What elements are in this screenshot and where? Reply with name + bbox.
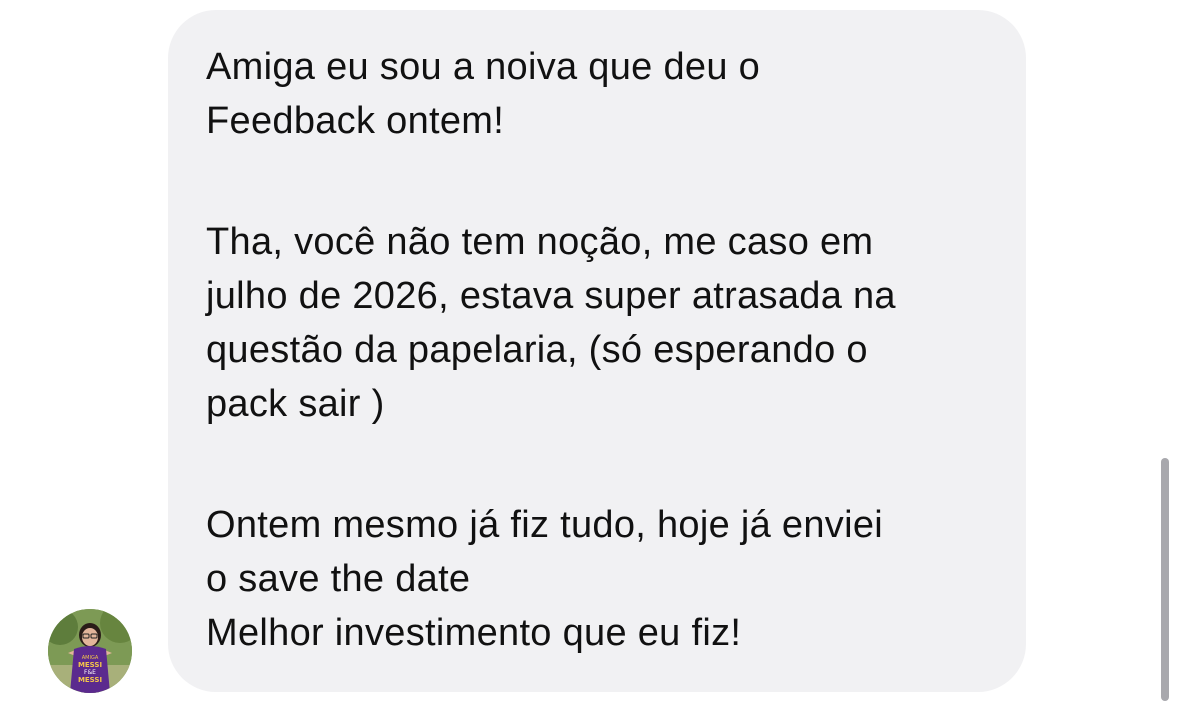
message-paragraph-1: Amiga eu sou a noiva que deu o Feedback … [206, 40, 1006, 148]
chat-screen: Amiga eu sou a noiva que deu o Feedback … [0, 0, 1179, 703]
svg-text:MESSI: MESSI [78, 661, 102, 669]
message-line: julho de 2026, estava super atrasada na [206, 275, 896, 317]
profile-photo-icon: AMIGA MESSI F&E MESSI [48, 609, 132, 693]
message-line: Tha, você não tem noção, me caso em [206, 221, 874, 263]
svg-text:F&E: F&E [84, 669, 96, 676]
vertical-scrollbar[interactable] [1161, 458, 1169, 701]
message-line: pack sair ) [206, 383, 385, 425]
message-paragraph-2: Tha, você não tem noção, me caso em julh… [206, 215, 1006, 431]
message-line: Amiga eu sou a noiva que deu o [206, 46, 761, 88]
svg-text:MESSI: MESSI [78, 676, 102, 684]
sender-avatar[interactable]: AMIGA MESSI F&E MESSI [48, 609, 132, 693]
message-line: o save the date [206, 558, 471, 600]
message-line: Feedback ontem! [206, 100, 505, 142]
message-line: Melhor investimento que eu fiz! [206, 612, 742, 654]
message-paragraph-3: Ontem mesmo já fiz tudo, hoje já enviei … [206, 498, 1006, 660]
message-line: questão da papelaria, (só esperando o [206, 329, 868, 371]
message-text: Amiga eu sou a noiva que deu o Feedback … [206, 40, 1006, 660]
message-line: Ontem mesmo já fiz tudo, hoje já enviei [206, 504, 884, 546]
